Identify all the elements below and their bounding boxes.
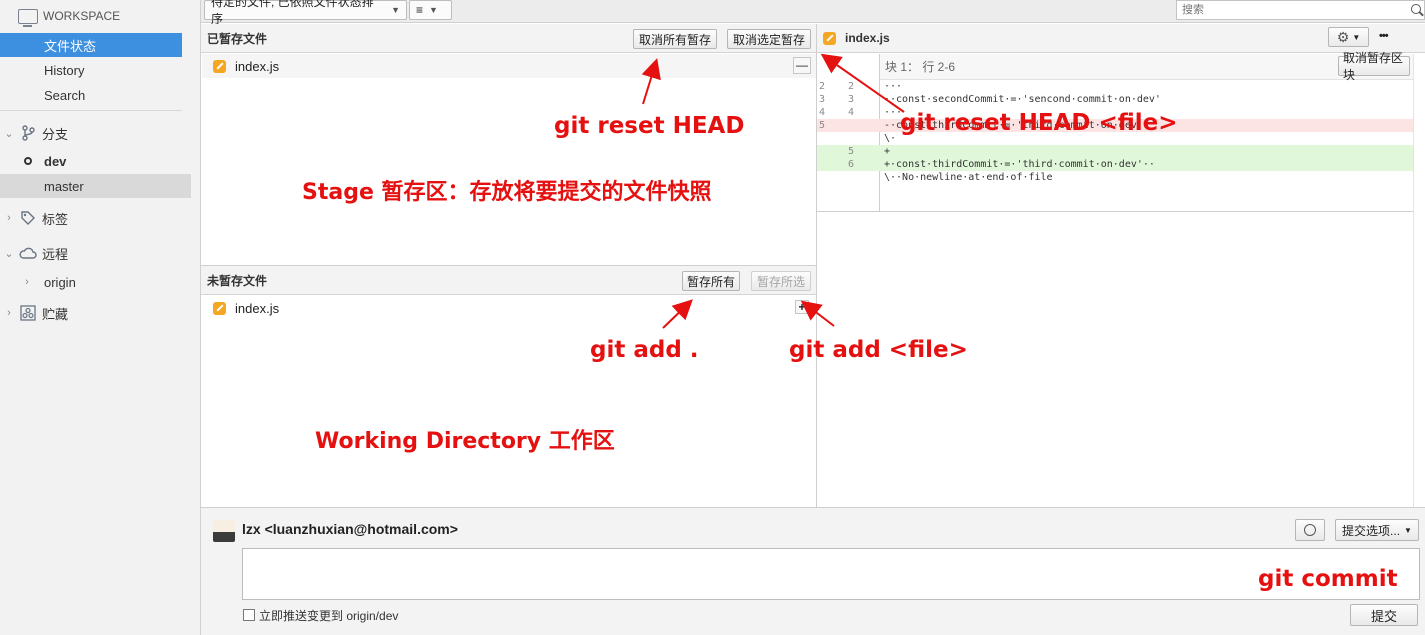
annotation-commit: git commit — [1258, 566, 1398, 592]
commit-area: lzx <luanzhuxian@hotmail.com> 提交选项... ▼ … — [201, 507, 1425, 635]
commit-author: lzx <luanzhuxian@hotmail.com> — [242, 521, 458, 537]
commit-button[interactable]: 提交 — [1350, 604, 1418, 626]
push-label: 立即推送变更到 origin/dev — [259, 609, 399, 623]
arrow-add-all — [662, 299, 693, 329]
annotation-reset-head: git reset HEAD — [554, 113, 745, 139]
commit-options-label: 提交选项... — [1342, 523, 1401, 538]
annotation-add-all: git add . — [590, 337, 699, 363]
commit-message-input[interactable] — [242, 548, 1420, 600]
annotation-add-file: git add <file> — [789, 337, 968, 363]
push-checkbox[interactable] — [243, 609, 255, 621]
annotation-stage-desc: Stage 暂存区：存放将要提交的文件快照 — [302, 180, 712, 205]
arrow-reset-head — [641, 58, 661, 105]
commit-options-select[interactable]: 提交选项... ▼ — [1335, 519, 1419, 541]
arrow-reset-head-file — [820, 53, 905, 113]
history-button[interactable] — [1295, 519, 1325, 541]
clock-icon — [1304, 524, 1316, 536]
annotation-reset-head-file: git reset HEAD <file> — [900, 110, 1178, 136]
chevron-down-icon: ▼ — [1404, 525, 1412, 535]
arrow-add-file — [800, 300, 835, 327]
annotation-working-dir: Working Directory 工作区 — [315, 429, 615, 454]
avatar — [213, 520, 235, 542]
